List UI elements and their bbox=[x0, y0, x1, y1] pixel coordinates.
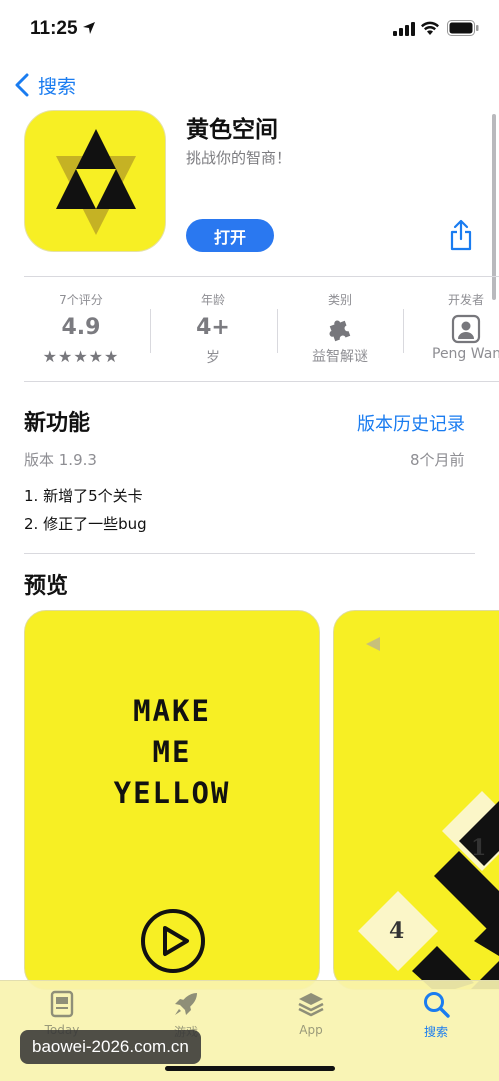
stat-category-label: 类别 bbox=[327, 293, 352, 307]
layers-icon bbox=[298, 993, 324, 1017]
age-unit: 岁 bbox=[206, 350, 220, 366]
location-arrow-icon bbox=[83, 22, 95, 34]
wifi-icon bbox=[421, 21, 439, 35]
tile-number: 1 bbox=[471, 835, 487, 861]
shot-line: YELLOW bbox=[113, 776, 231, 810]
info-stats-row: 7个评分 4.9 ★★★★★ 年龄 4+ 岁 类别 益智解谜 开发者 Peng … bbox=[0, 287, 499, 377]
release-note-item: 1. 新增了5个关卡 bbox=[24, 487, 143, 505]
stat-developer[interactable]: 开发者 Peng Wan bbox=[403, 287, 499, 362]
divider bbox=[24, 381, 499, 382]
rating-stars: ★★★★★ bbox=[42, 347, 120, 366]
search-icon bbox=[424, 992, 450, 1018]
app-subtitle: 挑战你的智商！ bbox=[186, 149, 292, 167]
status-time: 11:25 bbox=[30, 18, 78, 39]
status-bar: 11:25 bbox=[0, 0, 499, 60]
stat-age[interactable]: 年龄 4+ 岁 bbox=[150, 287, 276, 367]
watermark: baowei-2026.com.cn bbox=[20, 1030, 201, 1064]
release-note-item: 2. 修正了一些bug bbox=[24, 515, 147, 533]
stat-age-label: 年龄 bbox=[200, 293, 225, 307]
tab-search[interactable]: 搜索 bbox=[391, 989, 481, 1040]
tab-apps[interactable]: App bbox=[266, 989, 356, 1037]
open-button[interactable]: 打开 bbox=[186, 219, 274, 252]
share-icon[interactable] bbox=[449, 219, 473, 251]
preview-title: 预览 bbox=[24, 574, 69, 599]
home-indicator[interactable] bbox=[165, 1066, 335, 1071]
puzzle-icon bbox=[329, 320, 351, 342]
play-icon bbox=[141, 909, 205, 973]
screenshot-1[interactable]: MAKE ME YELLOW bbox=[24, 610, 320, 990]
stat-category[interactable]: 类别 益智解谜 bbox=[277, 287, 403, 366]
stat-developer-label: 开发者 bbox=[447, 293, 484, 307]
back-label: 搜索 bbox=[38, 75, 77, 98]
tile-number: 4 bbox=[389, 918, 405, 944]
developer-name: Peng Wan bbox=[432, 346, 499, 362]
age-value: 4+ bbox=[196, 315, 230, 340]
tab-apps-label: App bbox=[299, 1023, 323, 1037]
tab-search-label: 搜索 bbox=[423, 1025, 448, 1039]
version-history-link[interactable]: 版本历史记录 bbox=[357, 410, 465, 436]
person-icon bbox=[451, 314, 481, 344]
cellular-signal-icon bbox=[393, 22, 415, 36]
app-icon bbox=[24, 110, 166, 252]
stat-ratings[interactable]: 7个评分 4.9 ★★★★★ bbox=[18, 287, 144, 366]
stat-ratings-label: 7个评分 bbox=[59, 293, 103, 307]
today-icon bbox=[50, 990, 74, 1018]
make-me-yellow-text: MAKE ME YELLOW bbox=[25, 691, 319, 814]
whats-new-title: 新功能 bbox=[24, 411, 91, 436]
scrollbar[interactable] bbox=[492, 114, 496, 300]
rating-value: 4.9 bbox=[61, 315, 101, 340]
battery-icon bbox=[447, 20, 479, 36]
app-title: 黄色空间 bbox=[186, 117, 278, 143]
back-button[interactable]: 搜索 bbox=[14, 70, 76, 100]
version-time-ago: 8个月前 bbox=[410, 451, 465, 469]
rocket-icon bbox=[175, 993, 197, 1015]
chevron-left-icon bbox=[15, 73, 29, 97]
shot-line: ME bbox=[152, 735, 192, 769]
divider bbox=[24, 553, 475, 554]
version-label: 版本 1.9.3 bbox=[24, 451, 97, 469]
screenshot-2[interactable]: 1 4 bbox=[333, 610, 499, 990]
release-notes: 1. 新增了5个关卡 2. 修正了一些bug bbox=[24, 482, 147, 538]
shot-line: MAKE bbox=[133, 694, 211, 728]
game-board-graphic bbox=[358, 637, 499, 989]
triforce-icon bbox=[56, 129, 136, 235]
divider bbox=[24, 276, 499, 277]
category-value: 益智解谜 bbox=[312, 349, 368, 365]
